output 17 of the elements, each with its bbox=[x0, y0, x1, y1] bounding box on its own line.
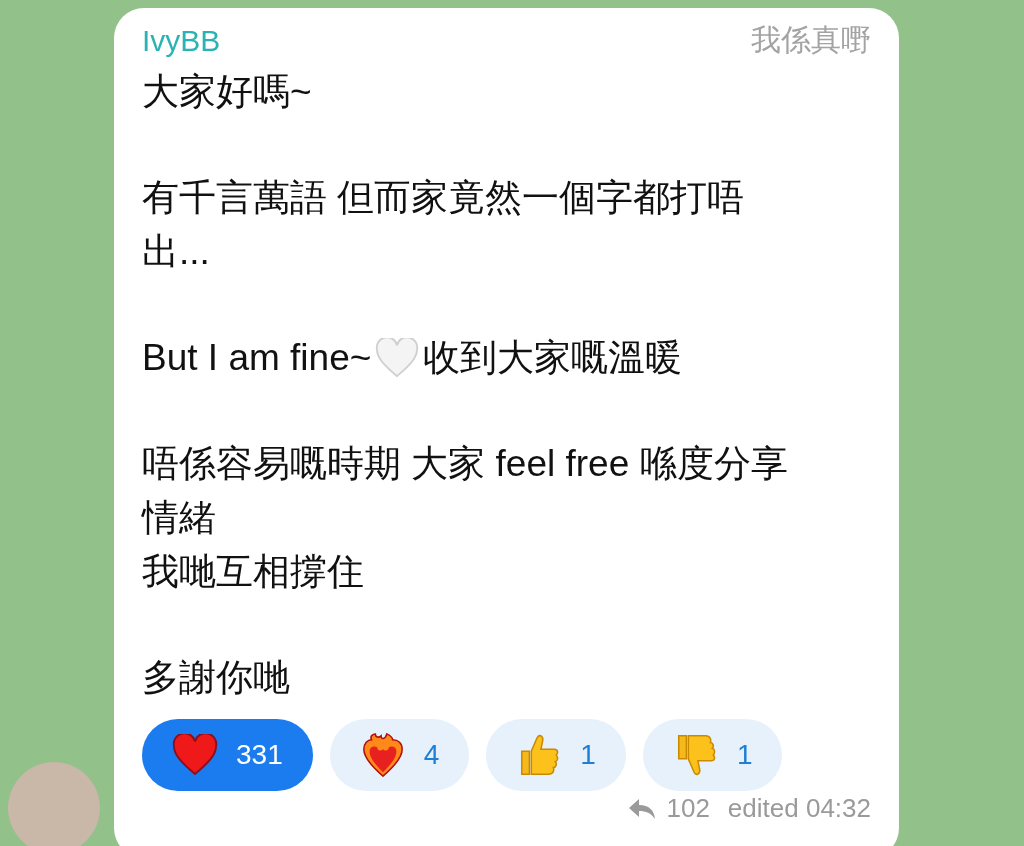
message-text: 有千言萬語 但而家竟然一個字都打唔 出... bbox=[142, 176, 746, 274]
reply-count: 102 bbox=[666, 793, 710, 824]
message-text: 唔係容易嘅時期 大家 feel free 喺度分享 情緒 我哋互相撐住 bbox=[142, 442, 789, 594]
message-text: 大家好嗎~ bbox=[142, 70, 313, 114]
heart-icon bbox=[172, 734, 218, 776]
reaction-button[interactable]: 1 bbox=[486, 719, 626, 791]
reaction-button[interactable]: 1 bbox=[642, 719, 783, 791]
message-text: But I am fine~ bbox=[142, 336, 372, 380]
edited-time: edited 04:32 bbox=[727, 793, 871, 824]
reply-arrow-icon bbox=[628, 796, 657, 821]
message-text: 多謝你哋 bbox=[142, 656, 291, 700]
message-text: 收到大家嘅溫暖 bbox=[423, 336, 683, 380]
sender-title: 我係真嘢 bbox=[751, 22, 871, 58]
reaction-button[interactable]: 4 bbox=[329, 719, 470, 791]
heart-icon bbox=[375, 338, 420, 378]
reaction-button[interactable]: 331 bbox=[142, 719, 313, 791]
sender-name[interactable]: IvyBB bbox=[142, 23, 221, 58]
